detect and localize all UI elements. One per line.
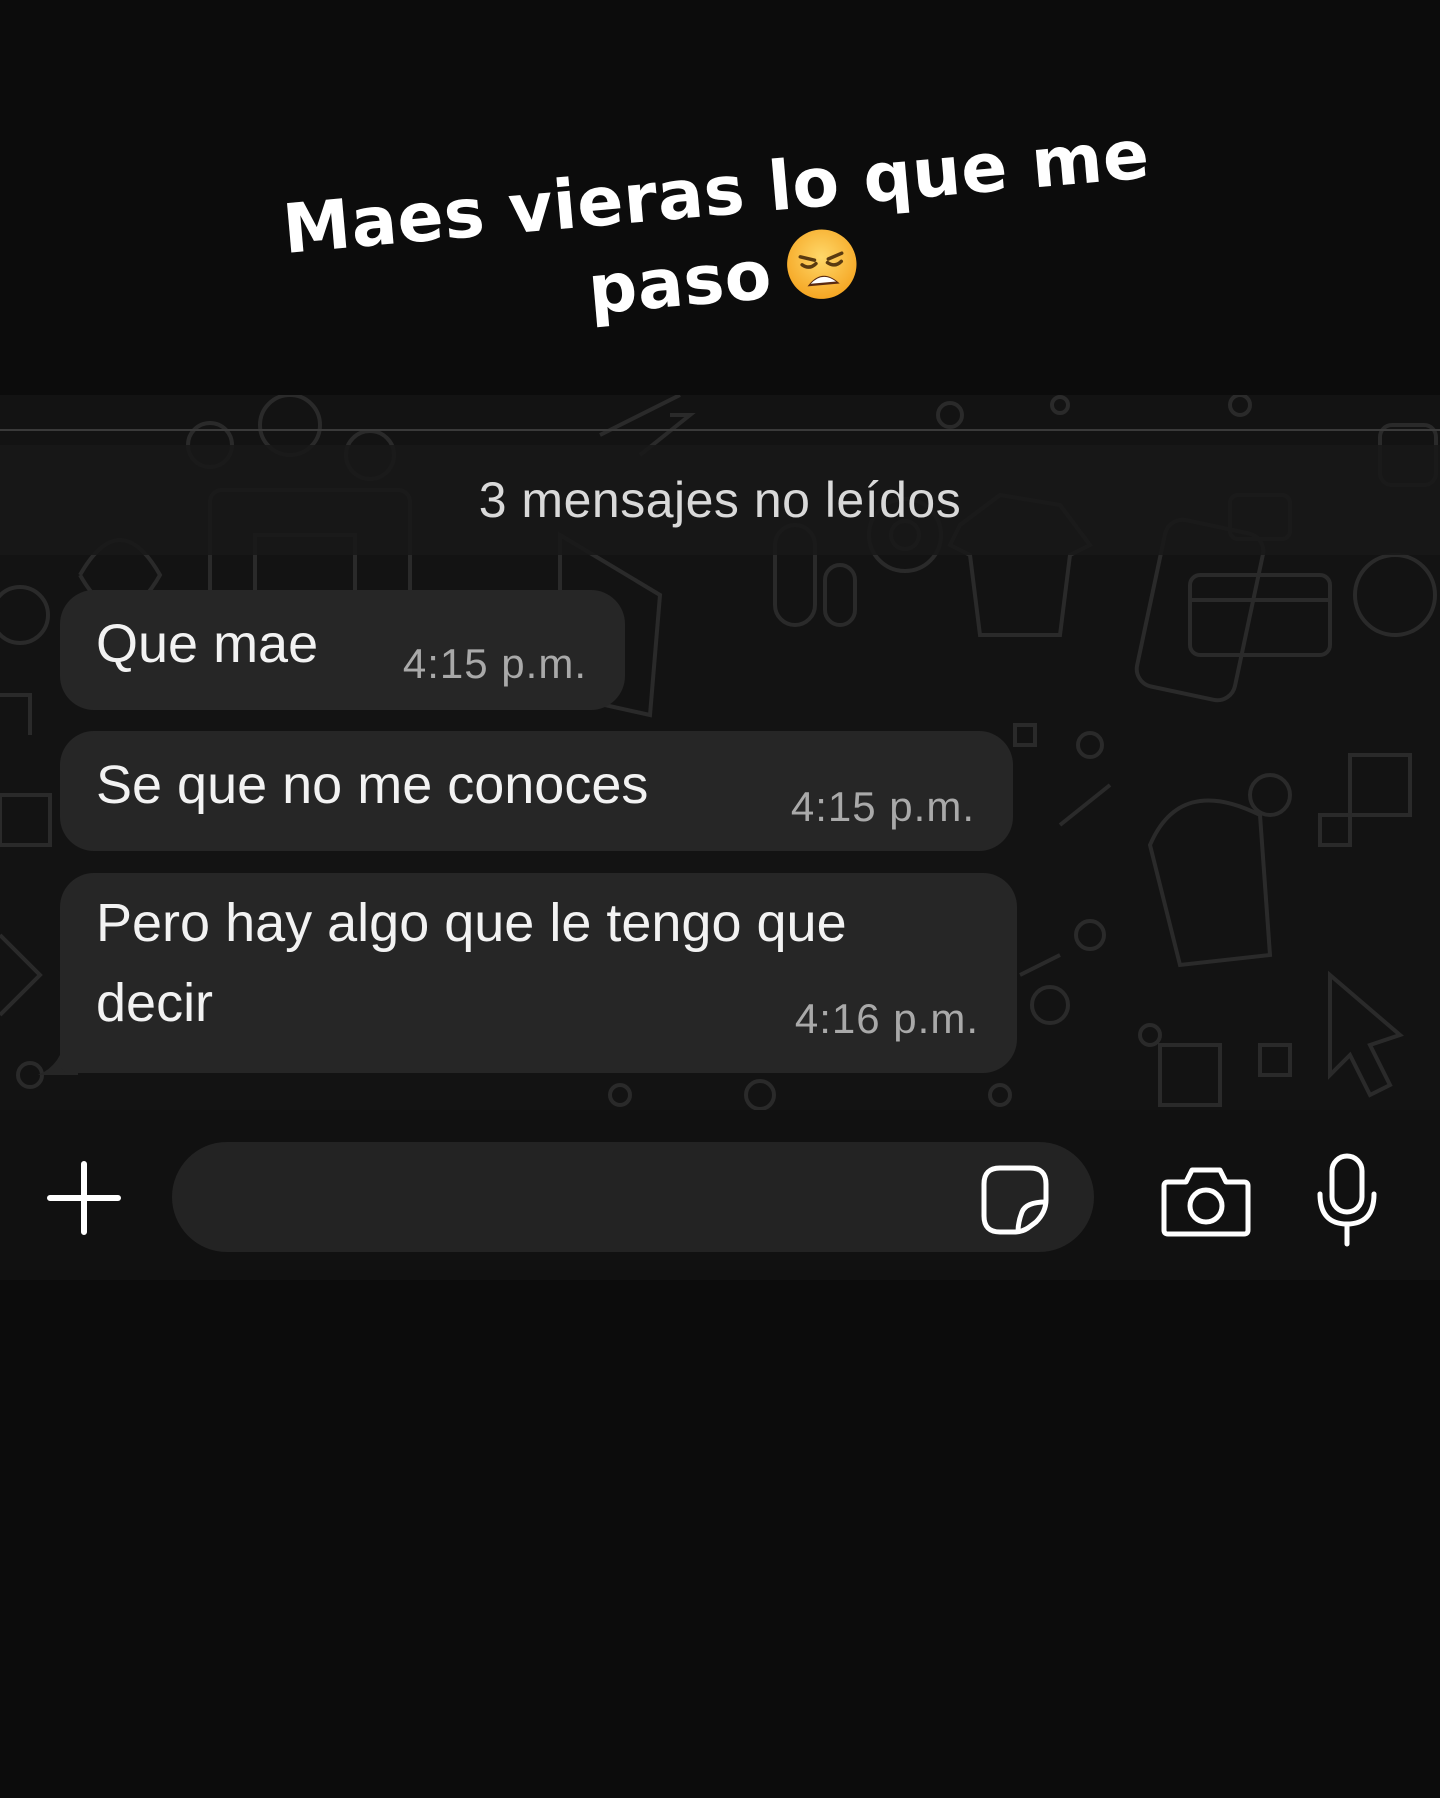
message-text: Se que no me conoces bbox=[96, 755, 649, 815]
message-bubble[interactable]: Pero hay algo que le tengo que decir 4:1… bbox=[60, 873, 1017, 1073]
message-composer bbox=[0, 1110, 1440, 1280]
story-screen: Maes vieras lo que me paso 3 mensajes no… bbox=[0, 0, 1440, 1798]
unread-messages-banner: 3 mensajes no leídos bbox=[0, 445, 1440, 555]
sticker-icon[interactable] bbox=[978, 1162, 1052, 1236]
weary-face-emoji-icon bbox=[786, 229, 857, 299]
camera-icon[interactable] bbox=[1160, 1160, 1252, 1240]
message-bubble[interactable]: Que mae 4:15 p.m. bbox=[60, 590, 625, 710]
message-input[interactable] bbox=[172, 1142, 1094, 1252]
story-caption: Maes vieras lo que me paso bbox=[234, 108, 1205, 364]
message-timestamp: 4:16 p.m. bbox=[794, 995, 979, 1042]
plus-icon[interactable] bbox=[44, 1158, 124, 1238]
message-text: Que mae bbox=[96, 614, 319, 674]
message-timestamp: 4:15 p.m. bbox=[790, 783, 975, 830]
chat-top-divider bbox=[0, 429, 1440, 431]
unread-messages-label: 3 mensajes no leídos bbox=[478, 472, 962, 528]
message-timestamp: 4:15 p.m. bbox=[402, 640, 587, 687]
microphone-icon[interactable] bbox=[1312, 1152, 1382, 1248]
caption-line-2: paso bbox=[584, 235, 775, 331]
message-bubble[interactable]: Se que no me conoces 4:15 p.m. bbox=[60, 731, 1013, 851]
chat-area[interactable]: 3 mensajes no leídos Que mae 4:15 p.m. S… bbox=[0, 395, 1440, 1110]
